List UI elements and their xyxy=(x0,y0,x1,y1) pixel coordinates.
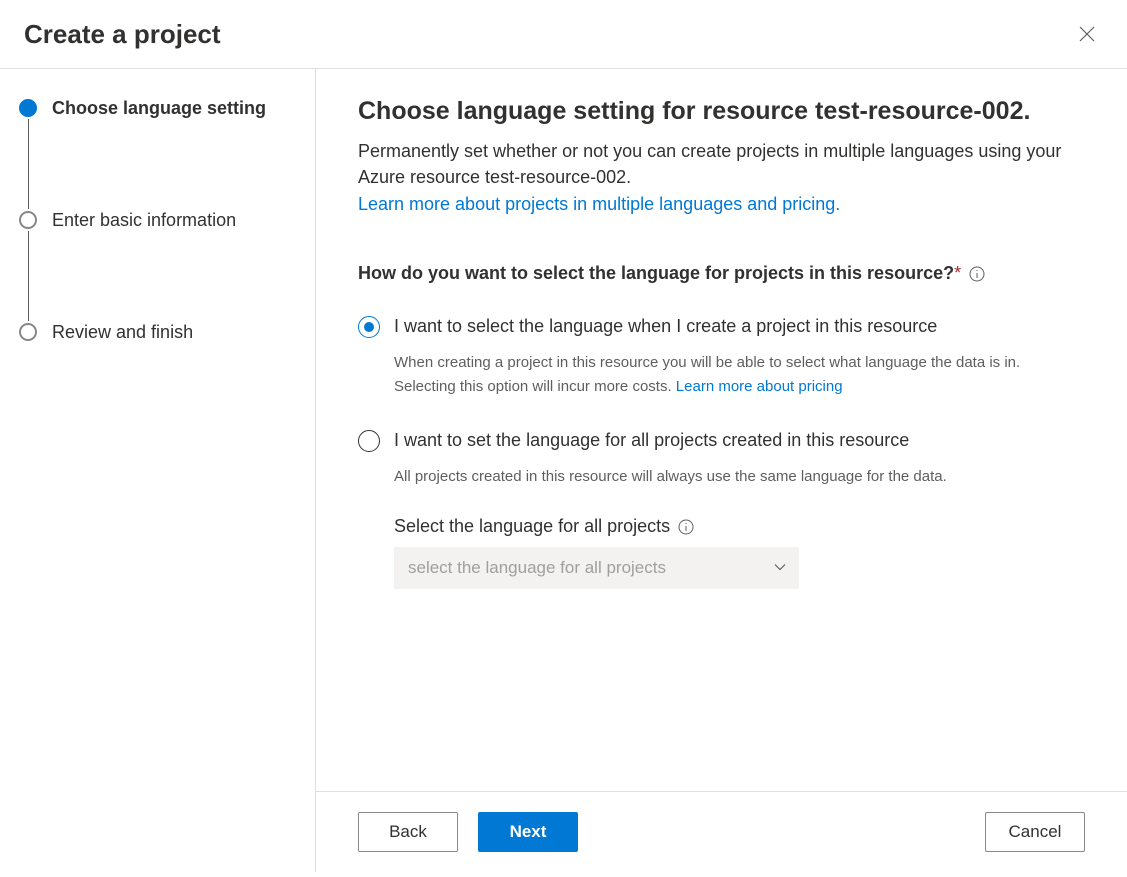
option-per-project[interactable]: I want to select the language when I cre… xyxy=(358,314,1085,398)
info-icon[interactable] xyxy=(969,266,985,282)
next-button[interactable]: Next xyxy=(478,812,578,852)
dropdown-placeholder: select the language for all projects xyxy=(408,558,666,578)
step-review[interactable]: Review and finish xyxy=(18,323,291,341)
question-label: How do you want to select the language f… xyxy=(358,263,961,284)
step-circle-icon xyxy=(19,211,37,229)
dialog-body: Choose language setting Enter basic info… xyxy=(0,69,1127,872)
chevron-down-icon xyxy=(773,560,787,577)
step-label: Enter basic information xyxy=(52,211,236,229)
step-basic-info[interactable]: Enter basic information xyxy=(18,211,291,323)
option-body: I want to select the language when I cre… xyxy=(394,314,1085,398)
close-icon xyxy=(1079,26,1095,42)
step-connector xyxy=(28,119,29,209)
back-button[interactable]: Back xyxy=(358,812,458,852)
step-label: Choose language setting xyxy=(52,99,266,117)
dialog-header: Create a project xyxy=(0,0,1127,69)
wizard-steps: Choose language setting Enter basic info… xyxy=(0,69,316,872)
info-icon[interactable] xyxy=(678,519,694,535)
step-label: Review and finish xyxy=(52,323,193,341)
cancel-button[interactable]: Cancel xyxy=(985,812,1085,852)
option-title: I want to set the language for all proje… xyxy=(394,428,1085,453)
question-row: How do you want to select the language f… xyxy=(358,263,1085,284)
radio-icon[interactable] xyxy=(358,316,380,338)
pricing-link[interactable]: Learn more about pricing xyxy=(676,378,843,395)
close-button[interactable] xyxy=(1071,18,1103,50)
step-indicator xyxy=(18,211,38,323)
dialog-footer: Back Next Cancel xyxy=(316,791,1127,872)
language-dropdown[interactable]: select the language for all projects xyxy=(394,547,799,589)
step-choose-language[interactable]: Choose language setting xyxy=(18,99,291,211)
dropdown-label: Select the language for all projects xyxy=(394,516,670,537)
page-description: Permanently set whether or not you can c… xyxy=(358,138,1085,190)
main-panel: Choose language setting for resource tes… xyxy=(316,69,1127,872)
dialog-title: Create a project xyxy=(24,19,221,50)
option-description: When creating a project in this resource… xyxy=(394,351,1085,398)
learn-more-link[interactable]: Learn more about projects in multiple la… xyxy=(358,194,840,214)
content-area: Choose language setting for resource tes… xyxy=(316,69,1127,791)
step-circle-icon xyxy=(19,323,37,341)
step-indicator xyxy=(18,99,38,211)
option-description: All projects created in this resource wi… xyxy=(394,465,1085,488)
option-all-projects[interactable]: I want to set the language for all proje… xyxy=(358,428,1085,589)
option-title: I want to select the language when I cre… xyxy=(394,314,1085,339)
radio-icon[interactable] xyxy=(358,430,380,452)
step-indicator xyxy=(18,323,38,341)
footer-spacer xyxy=(598,812,965,852)
page-heading: Choose language setting for resource tes… xyxy=(358,97,1085,126)
step-circle-icon xyxy=(19,99,37,117)
required-asterisk: * xyxy=(954,263,961,283)
option-body: I want to set the language for all proje… xyxy=(394,428,1085,589)
dropdown-label-row: Select the language for all projects xyxy=(394,516,1085,537)
step-connector xyxy=(28,231,29,321)
